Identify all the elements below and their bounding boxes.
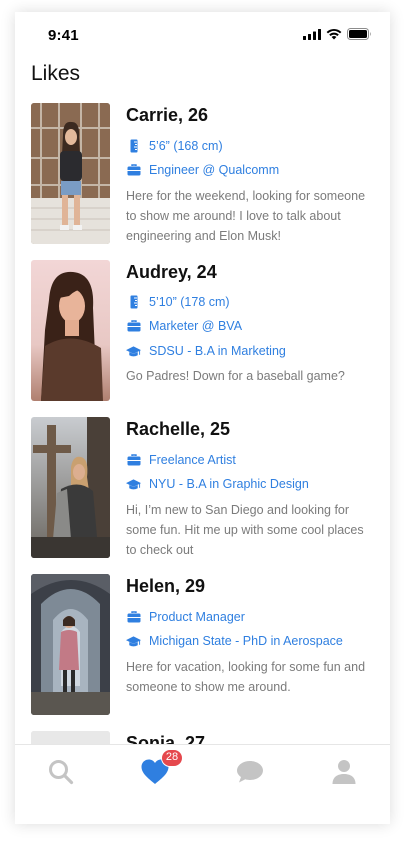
profile-card[interactable]: Sonia, 27	[31, 731, 376, 744]
status-bar: 9:41	[15, 12, 390, 56]
profile-name: Audrey, 24	[126, 262, 217, 282]
profile-card[interactable]: Rachelle, 25 Freelance Artist NYU - B.A …	[31, 417, 376, 558]
graduation-cap-icon	[126, 344, 141, 358]
profile-job: Product Manager	[126, 608, 245, 626]
battery-icon	[347, 28, 371, 40]
page-title: Likes	[31, 62, 81, 85]
profile-photo[interactable]	[31, 731, 110, 744]
profile-job-text: Product Manager	[149, 610, 245, 624]
profile-card[interactable]: Carrie, 26 5’6” (168 cm) Engineer @ Qual…	[31, 103, 376, 244]
briefcase-icon	[126, 319, 141, 333]
ruler-icon	[126, 295, 141, 309]
chat-bubble-icon	[237, 761, 263, 783]
tab-search[interactable]	[41, 755, 81, 789]
profile-name: Rachelle, 25	[126, 419, 231, 439]
likes-list[interactable]: Carrie, 26 5’6” (168 cm) Engineer @ Qual…	[15, 102, 390, 744]
profile-job: Freelance Artist	[126, 451, 236, 469]
tab-profile[interactable]	[324, 755, 364, 789]
likes-count-badge: 28	[161, 749, 183, 767]
profile-job: Marketer @ BVA	[126, 317, 242, 335]
briefcase-icon	[126, 610, 141, 624]
profile-name: Carrie, 26	[126, 105, 209, 125]
profile-job-text: Freelance Artist	[149, 453, 236, 467]
profile-name: Helen, 29	[126, 576, 206, 596]
profile-photo[interactable]	[31, 103, 110, 244]
profile-education: NYU - B.A in Graphic Design	[126, 475, 309, 493]
profile-bio: Here for the weekend, looking for someon…	[126, 189, 366, 243]
profile-height-text: 5’10” (178 cm)	[149, 295, 230, 309]
tab-bar: 28	[15, 744, 390, 824]
profile-job: Engineer @ Qualcomm	[126, 161, 279, 179]
profile-photo[interactable]	[31, 260, 110, 401]
briefcase-icon	[126, 453, 141, 467]
profile-education-text: Michigan State - PhD in Aerospace	[149, 634, 343, 648]
profile-bio: Here for vacation, looking for some fun …	[126, 660, 366, 694]
status-time: 9:41	[48, 27, 79, 44]
profile-height-text: 5’6” (168 cm)	[149, 139, 223, 153]
profile-height: 5’6” (168 cm)	[126, 137, 223, 155]
profile-job-text: Marketer @ BVA	[149, 319, 243, 333]
profile-education: Michigan State - PhD in Aerospace	[126, 632, 343, 650]
wifi-icon	[326, 28, 342, 40]
search-icon	[49, 760, 74, 785]
profile-education: SDSU - B.A in Marketing	[126, 342, 286, 360]
profile-icon	[332, 760, 356, 784]
profile-education-text: SDSU - B.A in Marketing	[149, 344, 286, 358]
profile-education-text: NYU - B.A in Graphic Design	[149, 477, 309, 491]
graduation-cap-icon	[126, 477, 141, 491]
profile-name: Sonia, 27	[126, 733, 206, 744]
phone-screen: 9:41 Likes Carrie, 26 5’6” (168 cm) Engi…	[15, 12, 390, 824]
profile-job-text: Engineer @ Qualcomm	[149, 163, 280, 177]
tab-messages[interactable]	[230, 755, 270, 789]
status-icons	[303, 28, 372, 40]
cellular-signal-icon	[303, 28, 321, 40]
briefcase-icon	[126, 163, 141, 177]
profile-bio: Go Padres! Down for a baseball game?	[126, 369, 345, 383]
ruler-icon	[126, 139, 141, 153]
profile-photo[interactable]	[31, 417, 110, 558]
profile-photo[interactable]	[31, 574, 110, 715]
profile-card[interactable]: Helen, 29 Product Manager Michigan State…	[31, 574, 376, 715]
profile-bio: Hi, I’m new to San Diego and looking for…	[126, 503, 364, 557]
profile-height: 5’10” (178 cm)	[126, 293, 230, 311]
profile-card[interactable]: Audrey, 24 5’10” (178 cm) Marketer @ BVA…	[31, 260, 376, 401]
graduation-cap-icon	[126, 634, 141, 648]
